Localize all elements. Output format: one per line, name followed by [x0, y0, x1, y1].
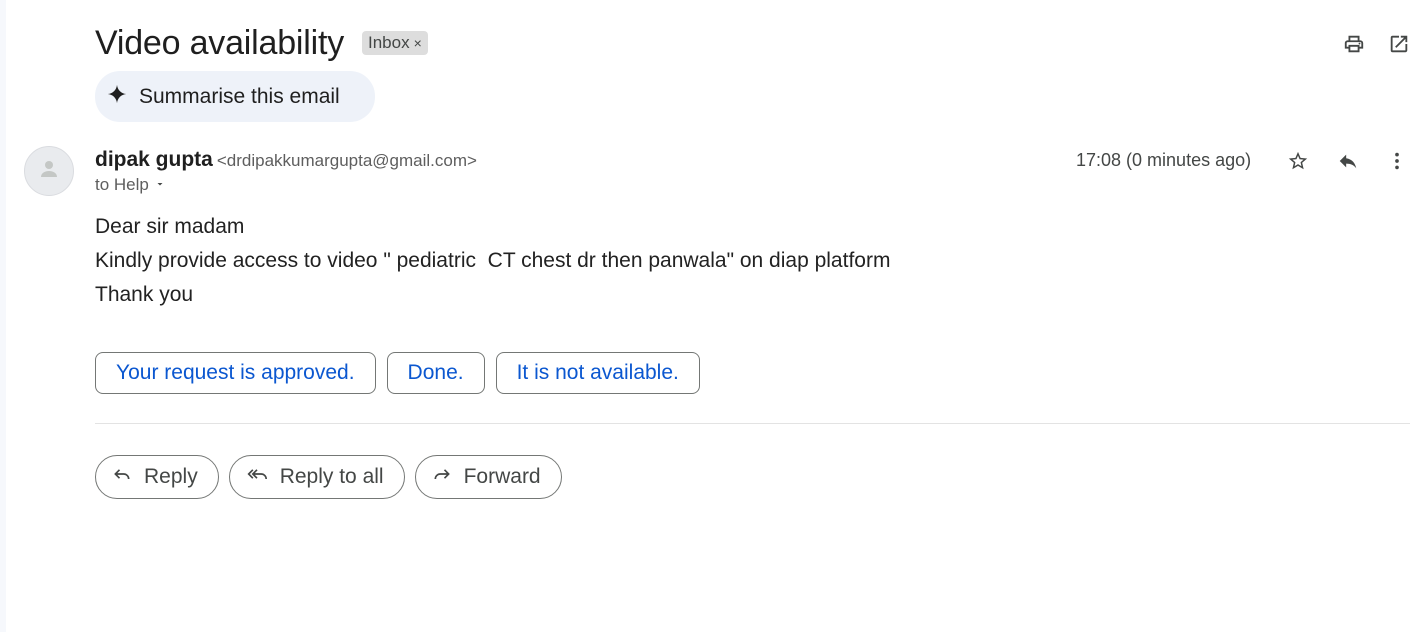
summarise-email-button[interactable]: Summarise this email — [95, 71, 375, 122]
reply-icon — [112, 464, 132, 490]
divider — [95, 423, 1410, 424]
reply-button[interactable]: Reply — [95, 455, 219, 499]
forward-label: Forward — [463, 465, 541, 488]
recipients-text: to Help — [95, 175, 149, 194]
print-icon[interactable] — [1340, 30, 1368, 58]
star-icon[interactable] — [1284, 147, 1312, 175]
inbox-label-chip[interactable]: Inbox × — [362, 31, 428, 55]
smart-reply-approved[interactable]: Your request is approved. — [95, 352, 376, 394]
remove-label-icon[interactable]: × — [414, 31, 422, 55]
reply-all-button[interactable]: Reply to all — [228, 455, 405, 499]
open-in-new-window-icon[interactable] — [1385, 30, 1413, 58]
sender-email: <drdipakkumargupta@gmail.com> — [216, 151, 477, 170]
sender-line: dipak gupta <drdipakkumargupta@gmail.com> — [95, 147, 477, 174]
person-icon — [37, 157, 61, 186]
caret-down-icon[interactable] — [154, 175, 166, 195]
sender-avatar[interactable] — [24, 146, 74, 196]
sender-name[interactable]: dipak gupta — [95, 148, 213, 171]
smart-replies: Your request is approved. Done. It is no… — [95, 352, 700, 394]
sparkle-icon — [107, 84, 127, 110]
forward-icon — [432, 464, 452, 490]
more-vertical-icon[interactable] — [1383, 147, 1411, 175]
body-line: Kindly provide access to video " pediatr… — [95, 249, 891, 272]
reply-all-icon — [246, 464, 268, 490]
reply-actions: Reply Reply to all Forward — [95, 455, 562, 499]
recipients-line[interactable]: to Help — [95, 175, 166, 195]
smart-reply-done[interactable]: Done. — [386, 352, 485, 394]
email-timestamp: 17:08 (0 minutes ago) — [1076, 150, 1252, 170]
label-chip-text: Inbox — [368, 33, 410, 52]
reply-all-label: Reply to all — [279, 465, 384, 488]
body-line: Dear sir madam — [95, 215, 245, 238]
reply-label: Reply — [144, 465, 198, 488]
left-panel-edge — [0, 0, 6, 632]
body-line: Thank you — [95, 283, 194, 306]
summarise-label: Summarise this email — [139, 84, 340, 108]
email-subject: Video availability — [95, 24, 345, 62]
email-body: Dear sir madam Kindly provide access to … — [95, 210, 890, 312]
forward-button[interactable]: Forward — [414, 455, 562, 499]
reply-icon[interactable] — [1334, 147, 1362, 175]
smart-reply-not-available[interactable]: It is not available. — [495, 352, 700, 394]
